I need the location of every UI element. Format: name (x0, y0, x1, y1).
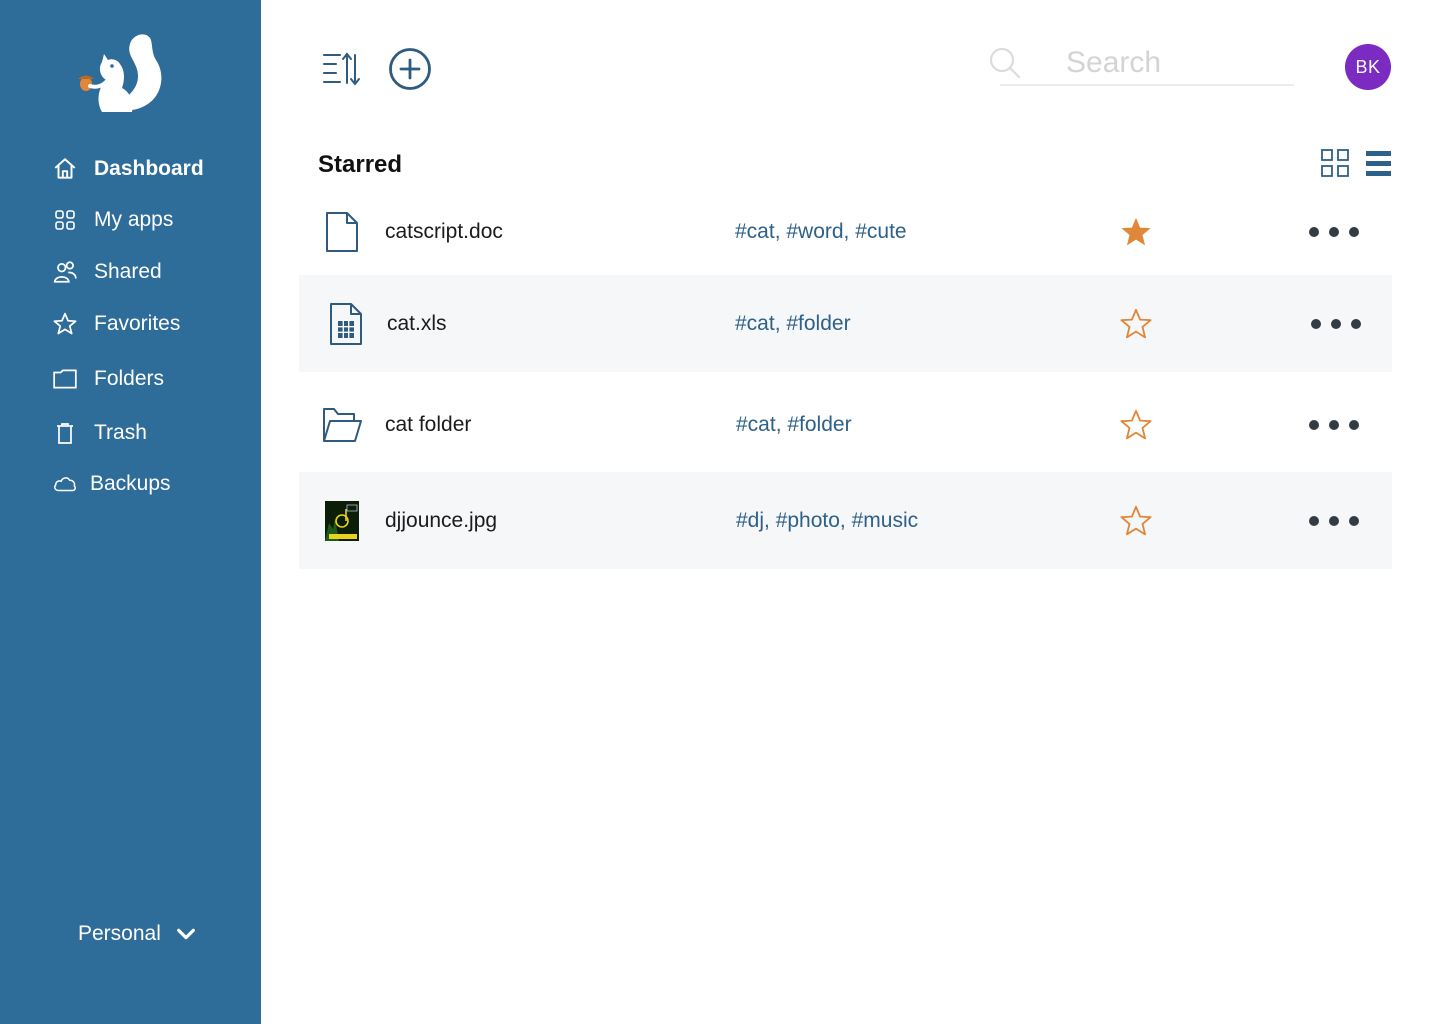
file-tags: #dj, #photo, #music (736, 508, 919, 532)
list-view-button[interactable] (1365, 150, 1392, 177)
dot-icon (1311, 318, 1321, 329)
search-input[interactable] (1000, 42, 1294, 86)
sort-button[interactable] (320, 49, 362, 91)
dot-icon (1349, 515, 1359, 526)
file-name[interactable]: catscript.doc (385, 220, 503, 244)
nav-trash[interactable]: Trash (52, 415, 147, 451)
sort-icon (323, 52, 360, 86)
cloud-icon (52, 471, 78, 497)
star-outline-icon (1120, 505, 1152, 535)
nav-my-apps-label: My apps (94, 208, 174, 231)
avatar[interactable]: BK (1345, 44, 1391, 90)
file-name[interactable]: cat.xls (387, 312, 447, 336)
plus-circle-icon (389, 48, 431, 90)
file-row[interactable]: catscript.doc #cat, #word, #cute (299, 183, 1392, 280)
dot-icon (1351, 318, 1361, 329)
grid-view-button[interactable] (1320, 148, 1350, 178)
account-label: Personal (78, 922, 161, 945)
avatar-initials: BK (1355, 56, 1381, 77)
file-row[interactable]: cat.xls #cat, #folder (299, 275, 1392, 372)
grid-icon (1321, 149, 1349, 177)
file-tags: #cat, #folder (735, 311, 851, 335)
nav-folders[interactable]: Folders (52, 361, 164, 397)
dot-icon (1329, 419, 1339, 430)
more-options-button[interactable] (1311, 314, 1361, 334)
photo-icon (325, 500, 359, 541)
dot-icon (1309, 226, 1319, 237)
nav-backups[interactable]: Backups (52, 466, 171, 502)
more-options-button[interactable] (1309, 415, 1359, 435)
nav-dashboard-label: Dashboard (94, 157, 204, 180)
dot-icon (1309, 515, 1319, 526)
account-switcher[interactable]: Personal (78, 916, 197, 952)
trash-icon (52, 420, 78, 446)
nav-favorites[interactable]: Favorites (52, 306, 180, 342)
home-icon (52, 156, 78, 182)
dot-icon (1309, 419, 1319, 430)
spreadsheet-icon (325, 302, 367, 345)
file-tags: #cat, #folder (736, 412, 852, 436)
folder-icon (52, 366, 78, 392)
dot-icon (1329, 226, 1339, 237)
image-thumbnail (321, 500, 363, 542)
more-options-button[interactable] (1309, 511, 1359, 531)
folder-open-icon (321, 404, 363, 446)
dot-icon (1349, 419, 1359, 430)
dot-icon (1329, 515, 1339, 526)
nav-favorites-label: Favorites (94, 312, 181, 335)
star-outline-icon (1120, 308, 1152, 338)
section-title: Starred (318, 151, 403, 178)
file-row[interactable]: cat folder #cat, #folder (299, 376, 1392, 473)
list-icon (1366, 151, 1391, 176)
nav-folders-label: Folders (94, 367, 165, 390)
star-outline-icon (1120, 409, 1152, 439)
nav-shared[interactable]: Shared (52, 254, 162, 290)
chevron-down-icon (175, 923, 197, 945)
squirrel-logo-icon[interactable] (72, 32, 166, 118)
file-row[interactable]: djjounce.jpg #dj, #photo, #music (299, 472, 1392, 569)
users-icon (52, 259, 78, 285)
nav-trash-label: Trash (94, 421, 147, 444)
star-icon (52, 311, 78, 337)
star-toggle[interactable] (1117, 213, 1155, 251)
nav-my-apps[interactable]: My apps (52, 202, 173, 238)
nav-backups-label: Backups (90, 472, 171, 495)
sidebar: Dashboard My apps Shared Favorites Folde… (0, 0, 261, 1024)
star-toggle[interactable] (1117, 502, 1155, 540)
file-name[interactable]: djjounce.jpg (385, 509, 497, 533)
more-options-button[interactable] (1309, 222, 1359, 242)
add-button[interactable] (388, 47, 432, 91)
star-toggle[interactable] (1117, 406, 1155, 444)
file-name[interactable]: cat folder (385, 413, 471, 437)
dot-icon (1331, 318, 1341, 329)
star-filled-icon (1121, 217, 1151, 245)
document-icon (321, 211, 363, 253)
star-toggle[interactable] (1117, 305, 1155, 343)
nav-dashboard[interactable]: Dashboard (52, 151, 204, 187)
apps-icon (52, 207, 78, 233)
nav-shared-label: Shared (94, 260, 162, 283)
file-tags: #cat, #word, #cute (735, 219, 907, 243)
dot-icon (1349, 226, 1359, 237)
